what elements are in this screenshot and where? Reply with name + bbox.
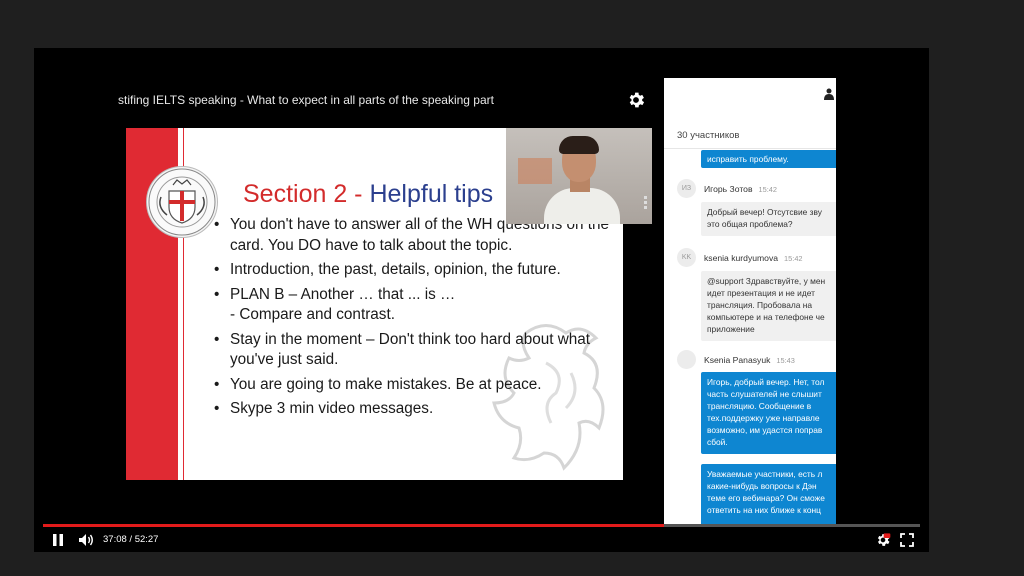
more-options-icon[interactable] [644, 196, 647, 211]
crest-logo [146, 166, 218, 238]
pause-icon[interactable] [51, 533, 65, 547]
avatar: ИЗ [677, 179, 696, 198]
chat-message: Добрый вечер! Отсутсвие зву это общая пр… [701, 202, 836, 236]
chat-message: @support Здравствуйте, у мен идет презен… [701, 271, 836, 341]
bullet-text: Skype 3 min video messages. [230, 400, 434, 417]
settings-hd-icon[interactable] [875, 532, 891, 548]
player-controls: 37:08 / 52:27 [34, 528, 929, 552]
bullet-item: • PLAN B – Another … that ... is … - Comp… [214, 285, 456, 324]
bullet-text: Introduction, the past, details, opinion… [230, 261, 561, 278]
bullet-item: • Skype 3 min video messages. [214, 400, 434, 417]
chat-author: Игорь Зотов 15:42 [704, 184, 777, 194]
gear-icon[interactable] [626, 90, 646, 110]
video-title[interactable]: stifing IELTS speaking - What to expect … [118, 93, 494, 107]
chat-message: Игорь, добрый вечер. Нет, тол часть слуш… [701, 372, 836, 454]
fullscreen-icon[interactable] [900, 533, 914, 547]
video-player[interactable]: stifing IELTS speaking - What to expect … [34, 48, 929, 552]
bullet-text: Stay in the moment – Don't think too har… [230, 330, 591, 369]
slide-heading-section: Section 2 - [243, 180, 363, 208]
bullet-item: • Introduction, the past, details, opinio… [214, 261, 561, 278]
avatar: KK [677, 248, 696, 267]
progress-bar[interactable] [43, 524, 920, 527]
author-name: Ksenia Panasyuk [704, 355, 771, 365]
chat-author: Ksenia Panasyuk 15:43 [704, 355, 795, 365]
bullet-item: • You are going to make mistakes. Be at p… [214, 375, 542, 393]
user-icon[interactable] [824, 88, 834, 100]
time-display: 37:08 / 52:27 [103, 534, 159, 545]
message-time: 15:42 [784, 254, 803, 263]
divider [664, 148, 836, 149]
chat-panel: 30 участников исправить проблему. ИЗ Иго… [664, 78, 836, 526]
bullet-text: You are going to make mistakes. Be at pe… [230, 375, 542, 393]
bullet-item: • Stay in the moment – Don't think too ha… [214, 330, 591, 369]
chat-message: исправить проблему. [701, 150, 836, 168]
webcam-feed[interactable] [506, 128, 652, 224]
progress-fill [43, 524, 664, 527]
chat-message: Уважаемые участники, есть л какие-нибудь… [701, 464, 836, 526]
volume-icon[interactable] [78, 532, 94, 548]
author-name: Игорь Зотов [704, 184, 753, 194]
message-time: 15:42 [758, 185, 778, 194]
slide-heading-tips: Helpful tips [369, 180, 494, 208]
avatar [677, 350, 696, 369]
participants-count[interactable]: 30 участников [677, 130, 739, 141]
bullet-text: PLAN B – Another … that ... is … - Compa… [230, 285, 456, 324]
chat-author: ksenia kurdyumova 15:42 [704, 253, 803, 263]
message-time: 15:43 [776, 356, 795, 365]
slide-heading: Section 2 - Helpful tips [243, 180, 493, 209]
author-name: ksenia kurdyumova [704, 253, 779, 263]
bullet-list: • You don't have to answer all of the WH … [212, 215, 612, 424]
